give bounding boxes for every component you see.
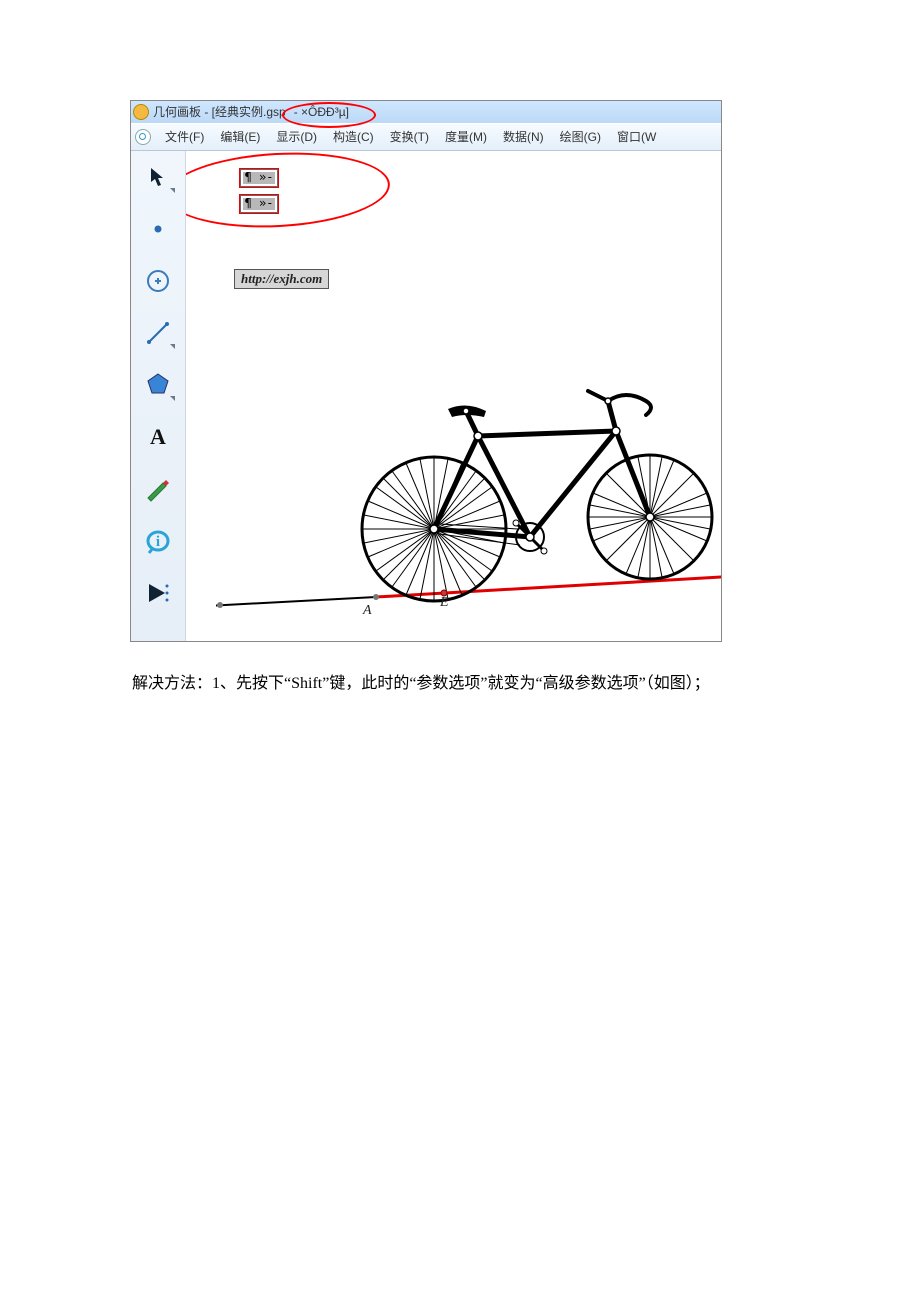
menu-graph[interactable]: 绘图(G) xyxy=(552,131,609,143)
menu-display[interactable]: 显示(D) xyxy=(268,131,325,143)
document-page: 几何画板 - [经典实例.gsp - ×ÔÐÐ³µ] 文件(F) 编辑(E) 显… xyxy=(0,0,920,776)
title-text: 几何画板 - [经典实例.gsp xyxy=(153,106,286,118)
point-label-A: A xyxy=(363,603,372,619)
action-button-1[interactable]: ¶ »- xyxy=(240,169,278,187)
menu-file[interactable]: 文件(F) xyxy=(157,131,212,143)
menu-construct[interactable]: 构造(C) xyxy=(325,131,382,143)
menu-edit[interactable]: 编辑(E) xyxy=(212,131,268,143)
app-screenshot: 几何画板 - [经典实例.gsp - ×ÔÐÐ³µ] 文件(F) 编辑(E) 显… xyxy=(130,100,722,642)
polygon-tool[interactable] xyxy=(138,367,178,403)
custom-tool[interactable] xyxy=(138,575,178,611)
canvas[interactable]: ¶ »- ¶ »- http://exjh.com xyxy=(186,151,721,641)
toolbar: A i xyxy=(131,151,186,641)
titlebar: 几何画板 - [经典实例.gsp - ×ÔÐÐ³µ] xyxy=(131,101,721,123)
menu-data[interactable]: 数据(N) xyxy=(495,131,552,143)
point-label-E: E xyxy=(440,595,449,611)
menu-window[interactable]: 窗口(W xyxy=(609,131,664,143)
point-tool[interactable] xyxy=(138,211,178,247)
bicycle-drawing: A E xyxy=(216,331,721,621)
text-tool[interactable]: A xyxy=(138,419,178,455)
circle-tool[interactable] xyxy=(138,263,178,299)
solution-paragraph: 解决方法：1、先按下“Shift”键，此时的“参数选项”就变为“高级参数选项”（… xyxy=(100,668,820,700)
info-tool[interactable]: i xyxy=(138,523,178,559)
workarea: A i ¶ »- ¶ »- http://exjh.com xyxy=(131,151,721,641)
title-garbled-text: - ×ÔÐÐ³µ] xyxy=(286,106,357,118)
url-box: http://exjh.com xyxy=(234,269,329,289)
svg-text:i: i xyxy=(156,534,160,550)
menu-transform[interactable]: 变换(T) xyxy=(382,131,437,143)
app-icon xyxy=(133,104,149,120)
menu-measure[interactable]: 度量(M) xyxy=(437,131,495,143)
menubar: 文件(F) 编辑(E) 显示(D) 构造(C) 变换(T) 度量(M) 数据(N… xyxy=(131,123,721,151)
red-highlight-oval-canvas xyxy=(186,151,392,233)
doc-icon xyxy=(135,129,151,145)
arrow-tool[interactable] xyxy=(138,159,178,195)
line-tool[interactable] xyxy=(138,315,178,351)
marker-tool[interactable] xyxy=(138,471,178,507)
action-button-2[interactable]: ¶ »- xyxy=(240,195,278,213)
